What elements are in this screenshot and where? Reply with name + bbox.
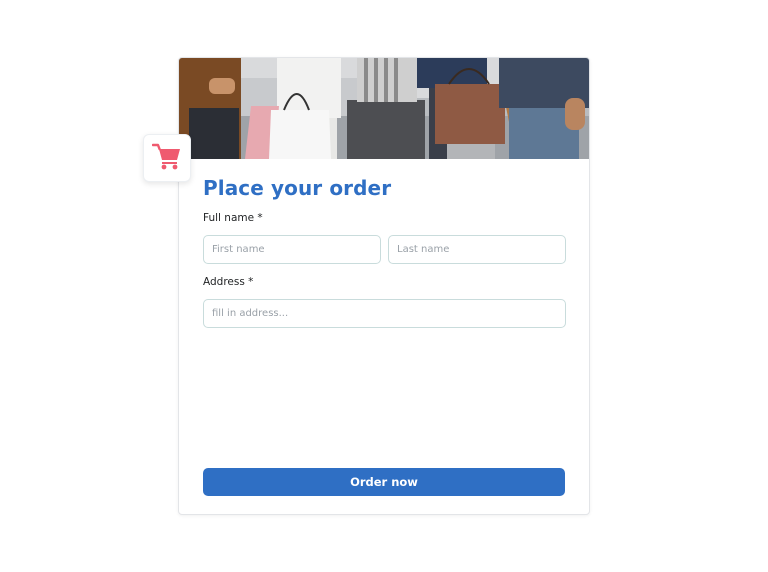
page: Place your order Full name * Address * O… (0, 0, 768, 572)
full-name-label: Full name * (203, 212, 263, 224)
address-input[interactable] (203, 299, 566, 328)
order-form-card: Place your order Full name * Address * O… (178, 57, 590, 515)
cart-badge (143, 134, 191, 182)
address-label: Address * (203, 276, 254, 288)
last-name-input[interactable] (388, 235, 566, 264)
form-title: Place your order (203, 176, 392, 200)
first-name-input[interactable] (203, 235, 381, 264)
shopping-cart-icon (151, 142, 182, 174)
hero-image (179, 58, 589, 159)
order-now-button[interactable]: Order now (203, 468, 565, 496)
